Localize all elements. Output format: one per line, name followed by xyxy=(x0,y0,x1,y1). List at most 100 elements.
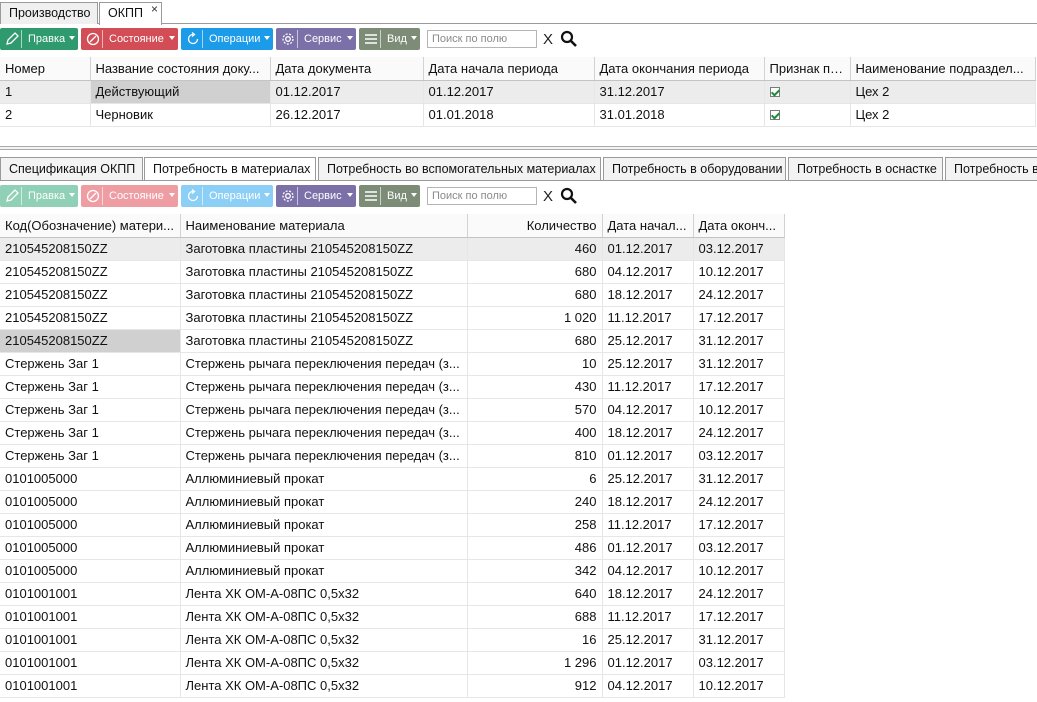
cell-quantity[interactable]: 486 xyxy=(467,536,603,560)
cell-start-date[interactable]: 01.12.2017 xyxy=(602,237,694,261)
cell-material-code[interactable]: 210545208150ZZ xyxy=(0,329,181,353)
table-row[interactable]: 0101001001 Лента ХК ОМ-А-08ПС 0,5х32 688 11… xyxy=(0,605,785,629)
column-header-doc-date[interactable]: Дата документа xyxy=(270,57,424,81)
view-button[interactable]: Вид xyxy=(359,28,420,50)
table-row[interactable]: 0101001001 Лента ХК ОМ-А-08ПС 0,5х32 912 04… xyxy=(0,674,785,698)
tab-production[interactable]: Производство xyxy=(0,2,98,24)
cell-material-name[interactable]: Аллюминиевый прокат xyxy=(180,467,468,491)
column-header-material-code[interactable]: Код(Обозначение) матери... xyxy=(0,214,181,238)
cell-state[interactable]: Действующий xyxy=(90,80,271,104)
table-row[interactable]: Стержень Заг 1 Стержень рычага переключен… xyxy=(0,444,785,468)
cell-period-start[interactable]: 01.01.2018 xyxy=(423,103,595,127)
cell-quantity[interactable]: 810 xyxy=(467,444,603,468)
close-icon[interactable]: × xyxy=(151,2,158,16)
table-row[interactable]: 0101001001 Лента ХК ОМ-А-08ПС 0,5х32 640 18… xyxy=(0,582,785,606)
cell-material-name[interactable]: Стержень рычага переключения передач (з.… xyxy=(180,444,468,468)
cell-end-date[interactable]: 24.12.2017 xyxy=(693,490,785,514)
table-row[interactable]: 210545208150ZZ Заготовка пластины 2105452… xyxy=(0,283,785,307)
column-header-end-date[interactable]: Дата оконч... xyxy=(693,214,785,238)
cell-material-code[interactable]: 0101001001 xyxy=(0,582,181,606)
cell-material-code[interactable]: 0101005000 xyxy=(0,490,181,514)
cell-end-date[interactable]: 24.12.2017 xyxy=(693,421,785,445)
cell-quantity[interactable]: 342 xyxy=(467,559,603,583)
cell-material-code[interactable]: 0101001001 xyxy=(0,605,181,629)
cell-material-code[interactable]: 0101005000 xyxy=(0,513,181,537)
cell-department[interactable]: Цех 2 xyxy=(850,103,1036,127)
cell-start-date[interactable]: 11.12.2017 xyxy=(602,513,694,537)
cell-start-date[interactable]: 18.12.2017 xyxy=(602,490,694,514)
cell-material-code[interactable]: 210545208150ZZ xyxy=(0,237,181,261)
cell-quantity[interactable]: 680 xyxy=(467,283,603,307)
cell-quantity[interactable]: 240 xyxy=(467,490,603,514)
cell-period-end[interactable]: 31.12.2017 xyxy=(594,80,765,104)
clear-search-icon[interactable]: X xyxy=(543,31,553,48)
cell-start-date[interactable]: 04.12.2017 xyxy=(602,398,694,422)
cell-end-date[interactable]: 17.12.2017 xyxy=(693,375,785,399)
cell-material-code[interactable]: Стержень Заг 1 xyxy=(0,375,181,399)
cell-end-date[interactable]: 10.12.2017 xyxy=(693,674,785,698)
cell-material-code[interactable]: 210545208150ZZ xyxy=(0,306,181,330)
column-header-flag[interactable]: Признак пр... xyxy=(764,57,851,81)
cell-end-date[interactable]: 17.12.2017 xyxy=(693,513,785,537)
cell-flag[interactable] xyxy=(764,80,851,104)
checkbox-checked-icon[interactable] xyxy=(769,110,780,120)
cell-material-code[interactable]: Стержень Заг 1 xyxy=(0,421,181,445)
cell-material-code[interactable]: 0101005000 xyxy=(0,467,181,491)
cell-end-date[interactable]: 03.12.2017 xyxy=(693,237,785,261)
cell-end-date[interactable]: 24.12.2017 xyxy=(693,283,785,307)
column-header-period-start[interactable]: Дата начала периода xyxy=(423,57,595,81)
cell-start-date[interactable]: 18.12.2017 xyxy=(602,283,694,307)
cell-doc-date[interactable]: 26.12.2017 xyxy=(270,103,424,127)
cell-start-date[interactable]: 04.12.2017 xyxy=(602,260,694,284)
cell-quantity[interactable]: 640 xyxy=(467,582,603,606)
cell-end-date[interactable]: 31.12.2017 xyxy=(693,352,785,376)
cell-material-name[interactable]: Аллюминиевый прокат xyxy=(180,536,468,560)
cell-start-date[interactable]: 25.12.2017 xyxy=(602,352,694,376)
cell-number[interactable]: 2 xyxy=(0,103,91,127)
cell-state[interactable]: Черновик xyxy=(90,103,271,127)
cell-period-end[interactable]: 31.01.2018 xyxy=(594,103,765,127)
state-button[interactable]: Состояние xyxy=(81,185,178,207)
cell-quantity[interactable]: 688 xyxy=(467,605,603,629)
cell-start-date[interactable]: 04.12.2017 xyxy=(602,674,694,698)
table-row[interactable]: Стержень Заг 1 Стержень рычага переключен… xyxy=(0,375,785,399)
tab-aux-material-needs[interactable]: Потребность во вспомогательных материала… xyxy=(318,157,601,180)
table-row[interactable]: 210545208150ZZ Заготовка пластины 2105452… xyxy=(0,237,785,261)
cell-material-name[interactable]: Аллюминиевый прокат xyxy=(180,513,468,537)
cell-material-name[interactable]: Заготовка пластины 210545208150ZZ xyxy=(180,237,468,261)
table-row[interactable]: 0101001001 Лента ХК ОМ-А-08ПС 0,5х32 16 25.… xyxy=(0,628,785,652)
cell-end-date[interactable]: 10.12.2017 xyxy=(693,398,785,422)
cell-start-date[interactable]: 01.12.2017 xyxy=(602,536,694,560)
cell-start-date[interactable]: 01.12.2017 xyxy=(602,651,694,675)
cell-doc-date[interactable]: 01.12.2017 xyxy=(270,80,424,104)
table-row[interactable]: Стержень Заг 1 Стержень рычага переключен… xyxy=(0,398,785,422)
cell-end-date[interactable]: 03.12.2017 xyxy=(693,444,785,468)
search-icon[interactable] xyxy=(560,187,578,205)
operations-button[interactable]: Операции xyxy=(181,28,273,50)
cell-quantity[interactable]: 400 xyxy=(467,421,603,445)
cell-start-date[interactable]: 11.12.2017 xyxy=(602,605,694,629)
tab-okpp-spec[interactable]: Спецификация ОКПП xyxy=(0,157,143,180)
cell-end-date[interactable]: 17.12.2017 xyxy=(693,306,785,330)
cell-flag[interactable] xyxy=(764,103,851,127)
cell-quantity[interactable]: 570 xyxy=(467,398,603,422)
cell-start-date[interactable]: 01.12.2017 xyxy=(602,444,694,468)
table-row[interactable]: 210545208150ZZ Заготовка пластины 2105452… xyxy=(0,306,785,330)
column-header-state[interactable]: Название состояния доку... xyxy=(90,57,271,81)
cell-quantity[interactable]: 1 296 xyxy=(467,651,603,675)
cell-material-name[interactable]: Стержень рычага переключения передач (з.… xyxy=(180,375,468,399)
cell-material-name[interactable]: Лента ХК ОМ-А-08ПС 0,5х32 xyxy=(180,651,468,675)
cell-quantity[interactable]: 680 xyxy=(467,329,603,353)
operations-button[interactable]: Операции xyxy=(181,185,273,207)
cell-material-code[interactable]: 0101005000 xyxy=(0,559,181,583)
cell-end-date[interactable]: 31.12.2017 xyxy=(693,329,785,353)
tab-equipment-needs[interactable]: Потребность в оборудовании xyxy=(603,157,786,180)
tab-more-needs[interactable]: Потребность в xyxy=(945,157,1037,180)
cell-start-date[interactable]: 25.12.2017 xyxy=(602,329,694,353)
cell-material-name[interactable]: Стержень рычага переключения передач (з.… xyxy=(180,421,468,445)
cell-quantity[interactable]: 430 xyxy=(467,375,603,399)
tab-material-needs[interactable]: Потребность в материалах xyxy=(144,157,316,180)
panel-splitter[interactable] xyxy=(0,146,1037,150)
service-button[interactable]: Сервис xyxy=(276,28,356,50)
cell-material-name[interactable]: Лента ХК ОМ-А-08ПС 0,5х32 xyxy=(180,582,468,606)
